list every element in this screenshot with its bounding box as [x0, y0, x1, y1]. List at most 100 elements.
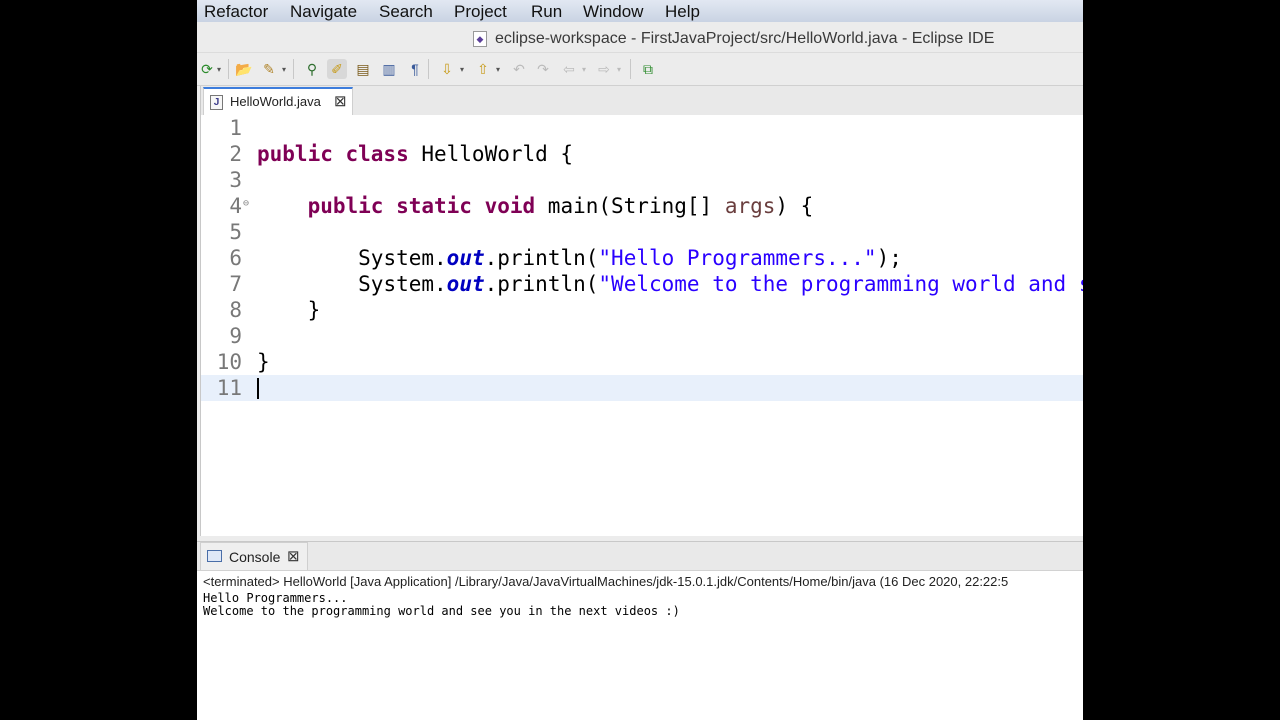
code-line: 7 System.out.println("Welcome to the pro…: [201, 271, 1083, 297]
previous-annotation-icon[interactable]: ⇧: [473, 59, 493, 79]
menu-window[interactable]: Window: [583, 2, 643, 22]
menu-run[interactable]: Run: [531, 2, 562, 22]
chevron-down-icon[interactable]: ▾: [460, 65, 464, 74]
run-last-tool-icon[interactable]: ⟳: [197, 59, 217, 79]
fold-marker-icon[interactable]: ⊖: [243, 191, 249, 217]
menu-help[interactable]: Help: [665, 2, 700, 22]
code-line: 1: [201, 115, 1083, 141]
line-number: 9: [229, 324, 242, 348]
code-line: 8 }: [201, 297, 1083, 323]
next-annotation-icon[interactable]: ⇩: [437, 59, 457, 79]
line-number: 1: [229, 116, 242, 140]
console-panel: Console ⊠ <terminated> HelloWorld [Java …: [197, 541, 1083, 720]
code-text: public static void main(String[] args) {: [257, 193, 814, 219]
toggle-word-wrap-icon[interactable]: ▥: [379, 59, 399, 79]
code-text: public class HelloWorld {: [257, 141, 573, 167]
line-number: 6: [229, 246, 242, 270]
parameter: args: [724, 194, 776, 218]
code-line: 2 public class HelloWorld {: [201, 141, 1083, 167]
search-icon[interactable]: ⚲: [302, 59, 322, 79]
chevron-down-icon[interactable]: ▾: [282, 65, 286, 74]
toolbar-separator: [630, 59, 631, 79]
code-token: }: [307, 298, 321, 322]
document-icon: ◆: [473, 31, 487, 47]
field: out: [446, 272, 485, 296]
menu-refactor[interactable]: Refactor: [204, 2, 268, 22]
toggle-block-selection-icon[interactable]: ▤: [353, 59, 373, 79]
code-token: System.: [358, 272, 447, 296]
menu-navigate[interactable]: Navigate: [290, 2, 357, 22]
console-tab-bar: Console ⊠: [197, 542, 1083, 571]
line-number: 11: [216, 376, 242, 400]
code-text: System.out.println("Welcome to the progr…: [257, 271, 1083, 297]
toolbar-separator: [293, 59, 294, 79]
toggle-mark-occurrences-icon[interactable]: ✐: [327, 59, 347, 79]
close-icon[interactable]: ⊠: [334, 92, 347, 110]
back-icon[interactable]: ⇦: [559, 59, 579, 79]
toolbar-separator: [228, 59, 229, 79]
line-number: 7: [229, 272, 242, 296]
line-number: 8: [229, 298, 242, 322]
console-icon: [207, 550, 222, 562]
tab-helloworld-java[interactable]: J HelloWorld.java ⊠: [203, 87, 353, 115]
tab-label: Console: [229, 549, 281, 565]
editor-panel: J HelloWorld.java ⊠ 1 2 public class Hel…: [200, 86, 1083, 536]
line-number: 4: [229, 194, 242, 218]
close-icon[interactable]: ⊠: [287, 547, 300, 565]
chevron-down-icon[interactable]: ▾: [617, 65, 621, 74]
code-text: System.out.println("Hello Programmers...…: [257, 245, 902, 271]
line-number: 3: [229, 168, 242, 192]
code-token: HelloWorld {: [408, 142, 574, 166]
text-cursor: [257, 378, 259, 399]
code-token: .println(: [484, 246, 599, 270]
window-title: eclipse-workspace - FirstJavaProject/src…: [495, 30, 995, 47]
forward-edit-icon[interactable]: ↷: [533, 59, 553, 79]
show-whitespace-icon[interactable]: ¶: [405, 59, 425, 79]
console-output-line: Welcome to the programming world and see…: [203, 604, 680, 618]
chevron-down-icon[interactable]: ▾: [217, 65, 221, 74]
field: out: [446, 246, 485, 270]
keyword: public static void: [307, 194, 536, 218]
last-edit-location-icon[interactable]: ↶: [509, 59, 529, 79]
code-token: ) {: [775, 194, 814, 218]
code-text: }: [257, 349, 270, 375]
line-number: 2: [229, 142, 242, 166]
code-line: 6 System.out.println("Hello Programmers.…: [201, 245, 1083, 271]
code-line: 9: [201, 323, 1083, 349]
title-bar: ◆ eclipse-workspace - FirstJavaProject/s…: [197, 24, 1083, 51]
eclipse-window: Refactor Navigate Search Project Run Win…: [197, 0, 1083, 720]
string-literal: "Welcome to the programming world and se…: [598, 272, 1083, 296]
menu-project[interactable]: Project: [454, 2, 507, 22]
open-task-icon[interactable]: ✎: [259, 59, 279, 79]
code-token: );: [876, 246, 902, 270]
forward-icon[interactable]: ⇨: [594, 59, 614, 79]
menu-search[interactable]: Search: [379, 2, 433, 22]
current-code-line: 11: [201, 375, 1083, 401]
line-number: 5: [229, 220, 242, 244]
code-text: }: [257, 297, 321, 323]
code-line: 4 ⊖ public static void main(String[] arg…: [201, 193, 1083, 219]
tab-label: HelloWorld.java: [230, 94, 321, 109]
code-line: 5: [201, 219, 1083, 245]
code-token: main(String[]: [535, 194, 725, 218]
code-token: System.: [358, 246, 447, 270]
toolbar-separator: [428, 59, 429, 79]
code-token: .println(: [484, 272, 599, 296]
code-editor[interactable]: 1 2 public class HelloWorld { 3 4 ⊖ publ…: [201, 115, 1083, 536]
line-number: 10: [216, 350, 242, 374]
java-file-icon: J: [210, 95, 223, 110]
chevron-down-icon[interactable]: ▾: [582, 65, 586, 74]
keyword: public class: [257, 142, 409, 166]
string-literal: "Hello Programmers...": [598, 246, 877, 270]
code-token: }: [257, 350, 270, 374]
pin-editor-icon[interactable]: ⧉: [638, 59, 658, 79]
code-line: 10 }: [201, 349, 1083, 375]
tab-console[interactable]: Console ⊠: [200, 542, 308, 570]
main-toolbar: ⟳ ▾ 📂 ✎ ▾ ⚲ ✐ ▤ ▥ ¶ ⇩ ▾ ⇧ ▾ ↶ ↷ ⇦ ▾ ⇨ ▾ …: [197, 52, 1083, 86]
menu-bar: Refactor Navigate Search Project Run Win…: [197, 0, 1083, 22]
chevron-down-icon[interactable]: ▾: [496, 65, 500, 74]
open-type-icon[interactable]: 📂: [234, 59, 254, 79]
code-line: 3: [201, 167, 1083, 193]
editor-tab-bar: J HelloWorld.java ⊠: [201, 86, 1083, 116]
console-output-line: Hello Programmers...: [203, 591, 348, 605]
